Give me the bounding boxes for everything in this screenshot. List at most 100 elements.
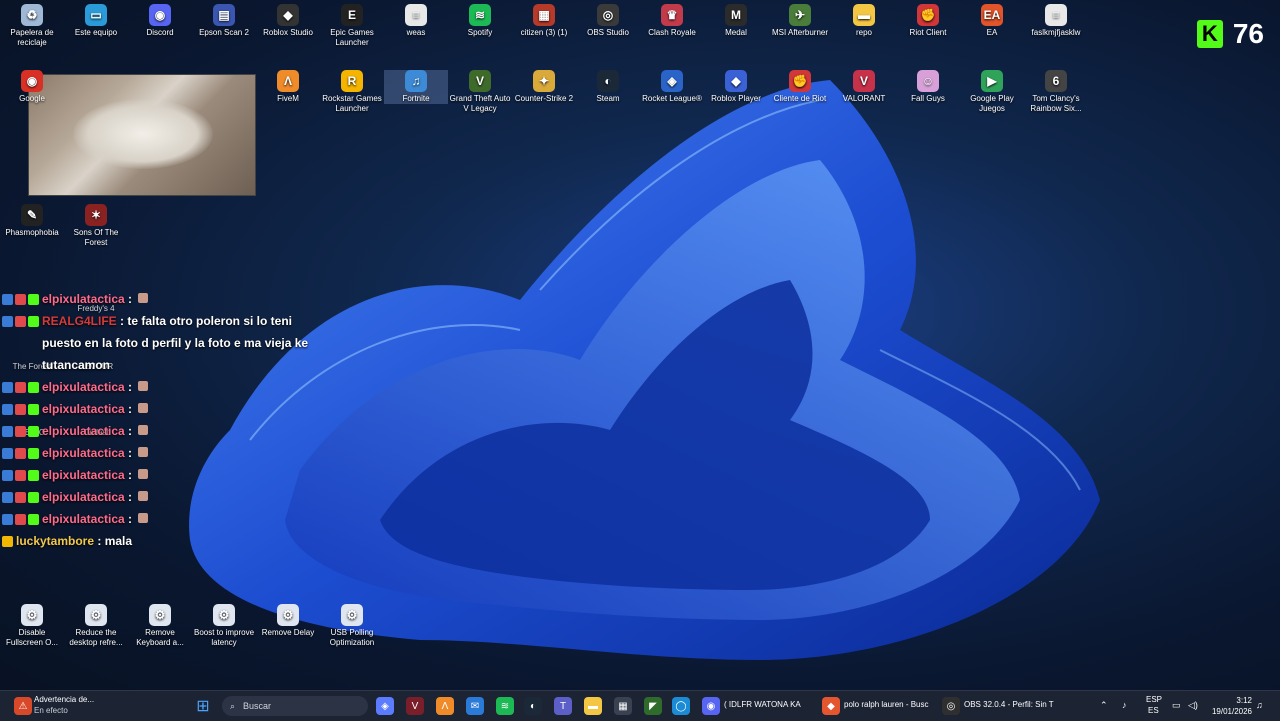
desktop-icon[interactable]: ◎ OBS Studio bbox=[576, 4, 640, 38]
desktop-icon[interactable]: ✶ Sons Of The Forest bbox=[64, 204, 128, 248]
date-label: 19/01/2026 bbox=[1211, 707, 1252, 716]
desktop-icon[interactable]: ✦ Counter-Strike 2 bbox=[512, 70, 576, 104]
notification-warning-icon[interactable]: ⚠ bbox=[14, 697, 32, 715]
steam-taskbar-icon[interactable]: ◐ bbox=[524, 697, 542, 715]
script-icon: ⚙ bbox=[277, 604, 299, 626]
desktop-icon[interactable]: V Grand Theft Auto V Legacy bbox=[448, 70, 512, 114]
badge-icon bbox=[2, 293, 13, 305]
chat-text: : bbox=[124, 512, 136, 526]
chat-username: elpixulatactica bbox=[42, 446, 125, 460]
desktop-icon[interactable]: ♻ Papelera de reciclaje bbox=[0, 4, 64, 48]
desktop-icon[interactable]: ◆ Roblox Player bbox=[704, 70, 768, 104]
desktop-icon[interactable]: ◆ Roblox Studio bbox=[256, 4, 320, 38]
desktop-icon[interactable]: ⚙ Disable Fullscreen O... bbox=[0, 604, 64, 648]
desktop-icon[interactable]: EA EA bbox=[960, 4, 1024, 38]
desktop-icon[interactable]: E Epic Games Launcher bbox=[320, 4, 384, 48]
start-button[interactable]: ⊞ bbox=[194, 697, 212, 715]
desktop-icon-label: Roblox Studio bbox=[263, 28, 313, 37]
desktop-icon[interactable]: ✊ Riot Client bbox=[896, 4, 960, 38]
desktop-icon[interactable]: ✊ Cliente de Riot bbox=[768, 70, 832, 104]
language-indicator[interactable]: ESP bbox=[1146, 695, 1162, 704]
desktop-icon[interactable]: ⚙ Reduce the desktop refre... bbox=[64, 604, 128, 648]
computer-icon: ▭ bbox=[85, 4, 107, 26]
outlook-icon[interactable]: ✉ bbox=[466, 697, 484, 715]
riot-icon: ✊ bbox=[917, 4, 939, 26]
volume-icon[interactable]: ◁) bbox=[1188, 700, 1198, 711]
badge-icon bbox=[15, 469, 26, 481]
valorant-icon: V bbox=[853, 70, 875, 92]
valorant-taskbar-icon[interactable]: V bbox=[406, 697, 424, 715]
desktop-icon[interactable]: ▦ citizen (3) (1) bbox=[512, 4, 576, 38]
desktop-icon[interactable]: Λ FiveM bbox=[256, 70, 320, 104]
obs-taskbar-icon[interactable]: ◎ bbox=[942, 697, 960, 715]
desktop-icon[interactable]: ⚙ Boost to improve latency bbox=[192, 604, 256, 648]
notification-bell-icon[interactable]: ♫ bbox=[1256, 700, 1263, 710]
clock[interactable]: 3:12 19/01/2026 bbox=[1212, 695, 1252, 717]
desktop-icon[interactable]: ◉ Discord bbox=[128, 4, 192, 38]
desktop-icon[interactable]: ▤ Epson Scan 2 bbox=[192, 4, 256, 38]
teams-icon[interactable]: T bbox=[554, 697, 572, 715]
edge-icon[interactable]: ◯ bbox=[672, 697, 690, 715]
desktop-icon[interactable]: ⚙ Remove Keyboard a... bbox=[128, 604, 192, 648]
phasmophobia-icon: ✎ bbox=[21, 204, 43, 226]
search-box[interactable]: ⌕ Buscar bbox=[222, 696, 368, 716]
nvidia-icon[interactable]: ◤ bbox=[644, 697, 662, 715]
desktop-icon[interactable]: M Medal bbox=[704, 4, 768, 38]
desktop-icon-label: Rocket League® bbox=[642, 94, 702, 103]
chevron-up-icon[interactable]: ⌃ bbox=[1100, 700, 1108, 711]
desktop-icon[interactable]: R Rockstar Games Launcher bbox=[320, 70, 384, 114]
spotify-icon: ≋ bbox=[469, 4, 491, 26]
desktop-icon[interactable]: ◈ Rocket League® bbox=[640, 70, 704, 104]
desktop-icon[interactable]: ≡ faslkmjfjasklw bbox=[1024, 4, 1088, 38]
desktop-icon[interactable]: 6 Tom Clancy's Rainbow Six... bbox=[1024, 70, 1088, 114]
desktop-icon[interactable]: ≋ Spotify bbox=[448, 4, 512, 38]
script-icon: ⚙ bbox=[21, 604, 43, 626]
spotify-taskbar-icon[interactable]: ≋ bbox=[496, 697, 514, 715]
desktop-icon[interactable]: ⚙ USB Polling Optimization bbox=[320, 604, 384, 648]
desktop-icon[interactable]: ◐ Steam bbox=[576, 70, 640, 104]
notification-title[interactable]: Advertencia de... bbox=[34, 695, 94, 704]
desktop-icon[interactable]: ▶ Google Play Juegos bbox=[960, 70, 1024, 114]
brave-icon[interactable]: ◆ bbox=[822, 697, 840, 715]
desktop-icon[interactable]: ▭ Este equipo bbox=[64, 4, 128, 38]
chat-text: : bbox=[124, 402, 136, 416]
microphone-icon[interactable]: ♪ bbox=[1122, 700, 1127, 710]
network-icon[interactable]: ▭ bbox=[1172, 700, 1181, 711]
desktop-icon[interactable]: V VALORANT bbox=[832, 70, 896, 104]
store-icon[interactable]: ▦ bbox=[614, 697, 632, 715]
ea-icon: EA bbox=[981, 4, 1003, 26]
desktop-icon[interactable]: ✎ Phasmophobia bbox=[0, 204, 64, 238]
desktop-icon[interactable]: ◉ Google bbox=[0, 70, 64, 104]
desktop-icon[interactable]: ≡ weas bbox=[384, 4, 448, 38]
discord-taskbar-icon[interactable]: ◉ bbox=[702, 697, 720, 715]
emote-icon bbox=[138, 513, 149, 523]
viewer-count: 76 bbox=[1232, 18, 1264, 49]
desktop-icon-label: faslkmjfjasklw bbox=[1031, 28, 1081, 37]
script-icon: ⚙ bbox=[341, 604, 363, 626]
desktop-icon[interactable]: ♛ Clash Royale bbox=[640, 4, 704, 38]
copilot-icon[interactable]: ◈ bbox=[376, 697, 394, 715]
obs-window-title[interactable]: OBS 32.0.4 - Perfil: Sin T bbox=[964, 700, 1054, 709]
desktop-icon-label: VALORANT bbox=[842, 94, 886, 103]
desktop-icon-label: Riot Client bbox=[909, 28, 947, 37]
discord-icon: ◉ bbox=[149, 4, 171, 26]
desktop-icon[interactable]: ✈ MSI Afterburner bbox=[768, 4, 832, 38]
desktop-icon[interactable]: ☺ Fall Guys bbox=[896, 70, 960, 104]
chat-message: elpixulatactica : bbox=[2, 376, 322, 398]
badge-icon bbox=[28, 403, 39, 415]
fivem-taskbar-icon[interactable]: Λ bbox=[436, 697, 454, 715]
chat-message: luckytambore : mala bbox=[2, 530, 322, 552]
keyboard-layout[interactable]: ES bbox=[1148, 706, 1159, 715]
desktop-icon-label: Phasmophobia bbox=[5, 228, 59, 237]
emote-icon bbox=[138, 447, 149, 457]
desktop-icon[interactable]: ♫ Fortnite bbox=[384, 70, 448, 104]
desktop-icon-label: Epson Scan 2 bbox=[199, 28, 249, 37]
browser-window-title[interactable]: polo ralph lauren - Busc bbox=[844, 700, 929, 709]
badge-icon bbox=[15, 403, 26, 415]
discord-window-title[interactable]: ( IDLFR WATONA KA bbox=[724, 700, 801, 709]
roblox-player-icon: ◆ bbox=[725, 70, 747, 92]
fivem-icon: Λ bbox=[277, 70, 299, 92]
desktop-icon[interactable]: ▬ repo bbox=[832, 4, 896, 38]
desktop-icon[interactable]: ⚙ Remove Delay bbox=[256, 604, 320, 638]
file-explorer-icon[interactable]: ▬ bbox=[584, 697, 602, 715]
